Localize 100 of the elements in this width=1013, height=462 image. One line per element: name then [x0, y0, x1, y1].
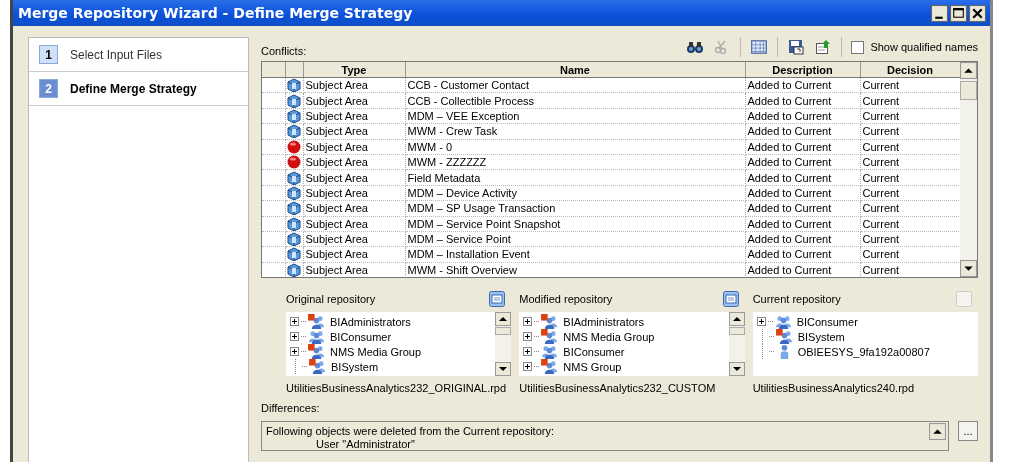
scroll-down-icon[interactable] — [495, 362, 512, 376]
window-icon[interactable] — [722, 291, 739, 307]
cube-icon — [287, 170, 301, 185]
table-cell: Added to Current — [745, 92, 860, 109]
table-cell: Added to Current — [745, 123, 860, 140]
cube-icon — [287, 201, 301, 216]
table-cell: Subject Area — [303, 123, 405, 140]
scroll-thumb[interactable] — [495, 327, 512, 335]
tree-item[interactable]: NMS Group — [523, 359, 729, 374]
repository-label: Original repository — [286, 293, 376, 305]
expand-icon[interactable] — [523, 362, 533, 371]
step-label: Define Merge Strategy — [70, 81, 197, 96]
scroll-thumb[interactable] — [960, 81, 977, 100]
show-qualified-names-checkbox[interactable]: Show qualified names — [851, 40, 978, 54]
tree-item[interactable]: BIAdministrators — [523, 314, 729, 329]
wizard-step[interactable]: 1 Select Input Files — [29, 38, 248, 72]
table-cell: Added to Current — [745, 139, 860, 155]
table-cell: Subject Area — [303, 185, 405, 201]
tree-item[interactable]: BIConsumer — [290, 329, 496, 344]
expand-icon[interactable] — [523, 332, 533, 341]
cube-icon — [287, 93, 301, 108]
cube-icon — [287, 216, 301, 231]
differences-label: Differences: — [261, 402, 321, 416]
tree-item[interactable]: NMS Media Group — [290, 344, 496, 359]
table-cell: Subject Area — [303, 231, 405, 247]
repository-label: Modified repository — [519, 293, 613, 305]
expand-icon[interactable] — [290, 347, 299, 356]
minimize-icon[interactable] — [931, 4, 948, 22]
expand-icon[interactable] — [290, 317, 299, 326]
scroll-up-icon[interactable] — [960, 62, 977, 79]
maximize-icon[interactable] — [950, 4, 967, 22]
tree-item[interactable]: BIAdministrators — [290, 314, 496, 329]
close-icon[interactable] — [969, 4, 986, 22]
expand-icon[interactable] — [523, 317, 533, 326]
export-icon[interactable] — [814, 39, 833, 55]
table-cell: Subject Area — [303, 246, 405, 263]
wizard-step[interactable]: 2 Define Merge Strategy — [29, 72, 248, 106]
table-icon[interactable] — [750, 39, 769, 55]
users-icon — [775, 329, 793, 344]
users-icon — [308, 329, 325, 344]
scrollbar[interactable] — [960, 62, 977, 277]
tree-item[interactable]: NMS Media Group — [523, 329, 729, 344]
column-header[interactable]: Name — [405, 62, 745, 78]
window-title: Merge Repository Wizard - Define Merge Strategy — [18, 5, 413, 21]
table-cell: MWM - Shift Overview — [405, 262, 745, 277]
expand-icon[interactable] — [290, 332, 299, 341]
table-cell: MWM - Crew Task — [405, 123, 745, 140]
table-cell: Added to Current — [745, 185, 860, 201]
cube-icon — [287, 247, 301, 262]
table-cell: MDM – Service Point Snapshot — [405, 216, 745, 232]
users-icon — [541, 359, 559, 374]
table-cell: Added to Current — [745, 262, 860, 277]
table-cell: Added to Current — [745, 108, 860, 124]
table-cell: Subject Area — [303, 77, 405, 93]
cube-icon — [287, 232, 301, 247]
column-header[interactable]: Description — [745, 62, 860, 78]
table-cell: Subject Area — [303, 154, 405, 170]
table-cell: Subject Area — [303, 262, 405, 277]
table-cell: MDM – Service Point — [405, 231, 745, 247]
step-label: Select Input Files — [70, 47, 163, 62]
conflicts-label: Conflicts: — [261, 45, 307, 59]
scroll-up-icon[interactable] — [929, 423, 946, 440]
table-cell: Added to Current — [745, 216, 860, 232]
scroll-down-icon[interactable] — [728, 362, 745, 376]
table-cell: MDM – VEE Exception — [405, 108, 745, 124]
table-cell: Field Metadata — [405, 169, 745, 186]
save-icon[interactable] — [787, 39, 806, 55]
cube-icon — [287, 78, 301, 93]
table-cell: Added to Current — [745, 169, 860, 186]
table-cell: Subject Area — [303, 139, 405, 155]
differences-text-area[interactable]: Following objects were deleted from the Current repository: User "Administrator" — [261, 421, 949, 451]
step-number: 1 — [39, 45, 58, 64]
users-icon — [308, 344, 325, 359]
users-icon — [541, 329, 559, 344]
table-cell: Subject Area — [303, 108, 405, 124]
file-name: UtilitiesBusinessAnalytics232_ORIGINAL.rpd — [286, 382, 508, 394]
scroll-down-icon[interactable] — [960, 260, 977, 277]
difference-line: User "Administrator" — [315, 438, 416, 451]
error-icon — [287, 155, 301, 170]
scroll-up-icon[interactable] — [495, 312, 512, 326]
tree-item[interactable]: BISystem — [290, 359, 496, 374]
scrollbar[interactable] — [495, 312, 512, 376]
table-cell: MDM – SP Usage Transaction — [405, 200, 745, 216]
users-icon — [309, 359, 326, 374]
column-header[interactable]: Decision — [860, 62, 960, 78]
binoculars-icon[interactable] — [686, 39, 705, 55]
tree-item[interactable]: BIConsumer — [523, 344, 729, 359]
scroll-up-icon[interactable] — [728, 312, 745, 326]
scrollbar[interactable] — [728, 312, 745, 376]
table-cell: Subject Area — [303, 92, 405, 109]
window-icon[interactable] — [489, 291, 506, 307]
column-header[interactable]: Type — [303, 62, 405, 78]
table-cell: Subject Area — [303, 169, 405, 186]
table-cell: Added to Current — [745, 154, 860, 170]
table-cell: CCB - Customer Contact — [405, 77, 745, 93]
expand-icon[interactable] — [523, 347, 533, 356]
browse-button[interactable]: ... — [958, 421, 978, 441]
table-cell: Added to Current — [745, 231, 860, 247]
scroll-thumb[interactable] — [728, 327, 745, 335]
table-cell: MWM - ZZZZZZ — [405, 154, 745, 170]
